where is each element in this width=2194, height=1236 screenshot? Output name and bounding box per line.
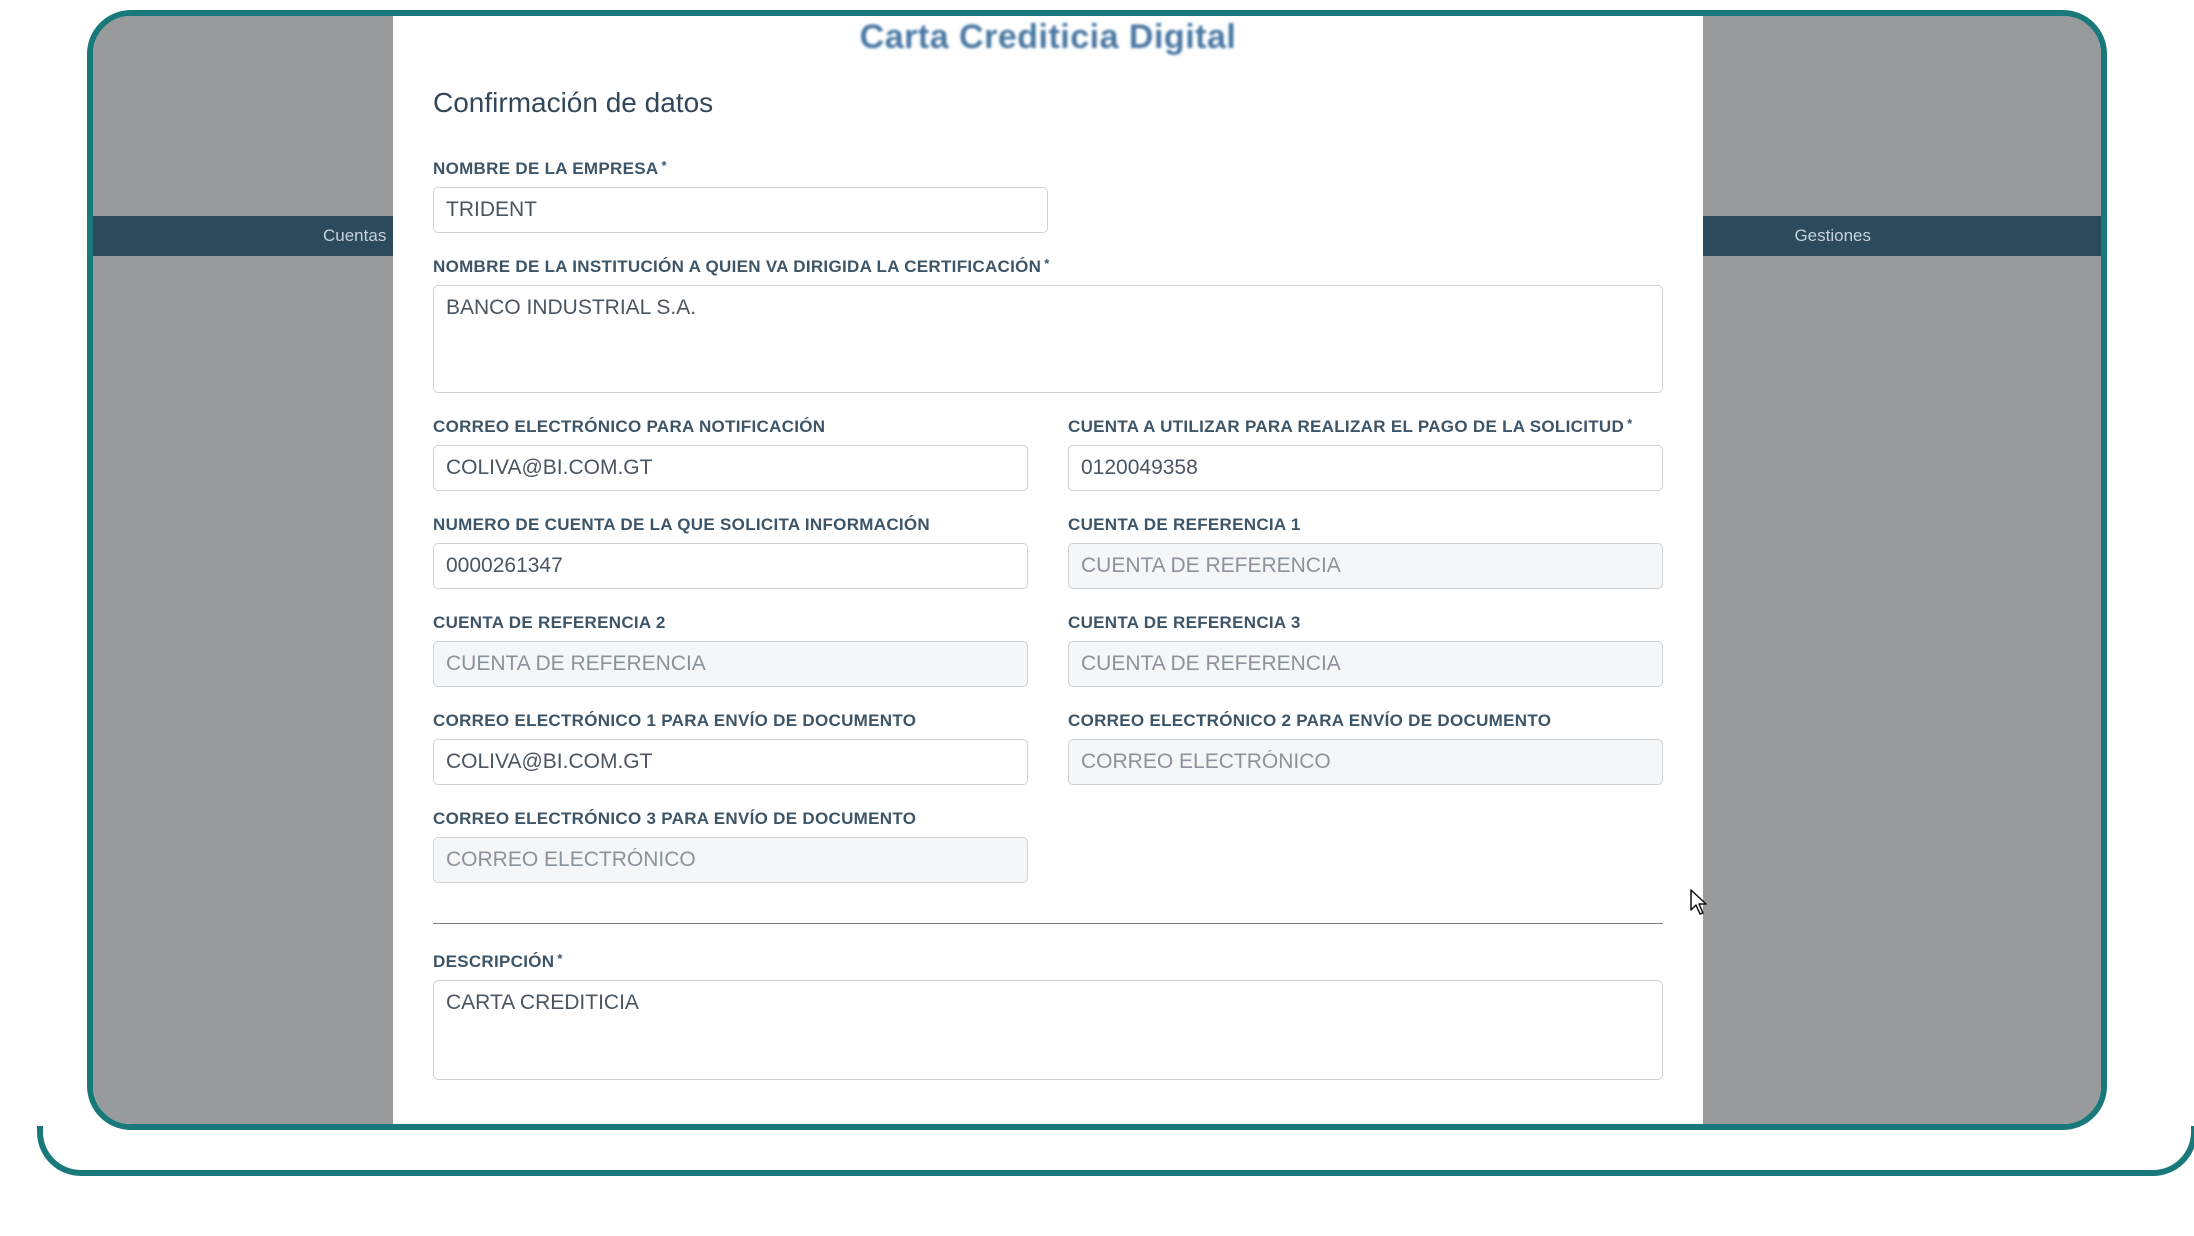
ref1-input[interactable] xyxy=(1068,543,1663,589)
doc-email2-input[interactable] xyxy=(1068,739,1663,785)
field-ref3: CUENTA DE REFERENCIA 3 xyxy=(1068,613,1663,687)
doc-email3-label: CORREO ELECTRÓNICO 3 PARA ENVÍO DE DOCUM… xyxy=(433,809,1028,829)
field-company: NOMBRE DE LA EMPRESA xyxy=(433,159,1663,233)
section-divider xyxy=(433,923,1663,924)
field-info-account: NUMERO DE CUENTA DE LA QUE SOLICITA INFO… xyxy=(433,515,1028,589)
field-doc-email1: CORREO ELECTRÓNICO 1 PARA ENVÍO DE DOCUM… xyxy=(433,711,1028,785)
doc-email3-input[interactable] xyxy=(433,837,1028,883)
field-ref1: CUENTA DE REFERENCIA 1 xyxy=(1068,515,1663,589)
confirmation-modal: Carta Crediticia Digital Confirmación de… xyxy=(393,16,1703,1124)
section-title: Confirmación de datos xyxy=(433,87,1663,119)
notify-email-label: CORREO ELECTRÓNICO PARA NOTIFICACIÓN xyxy=(433,417,1028,437)
field-ref2: CUENTA DE REFERENCIA 2 xyxy=(433,613,1028,687)
nav-item-cuentas[interactable]: Cuentas xyxy=(323,226,386,246)
field-notify-email: CORREO ELECTRÓNICO PARA NOTIFICACIÓN xyxy=(433,417,1028,491)
ref2-input[interactable] xyxy=(433,641,1028,687)
notify-email-input[interactable] xyxy=(433,445,1028,491)
laptop-base xyxy=(37,1126,2194,1176)
ref3-label: CUENTA DE REFERENCIA 3 xyxy=(1068,613,1663,633)
laptop-screen: Cuentas Gestiones Carta Crediticia Digit… xyxy=(87,10,2107,1130)
form-grid: NOMBRE DE LA EMPRESA NOMBRE DE LA INSTIT… xyxy=(433,159,1663,1080)
pay-account-input[interactable] xyxy=(1068,445,1663,491)
nav-item-gestiones[interactable]: Gestiones xyxy=(1794,226,1871,246)
description-label: DESCRIPCIÓN xyxy=(433,952,1663,972)
ref2-label: CUENTA DE REFERENCIA 2 xyxy=(433,613,1028,633)
ref1-label: CUENTA DE REFERENCIA 1 xyxy=(1068,515,1663,535)
doc-email2-label: CORREO ELECTRÓNICO 2 PARA ENVÍO DE DOCUM… xyxy=(1068,711,1663,731)
browser-viewport: Cuentas Gestiones Carta Crediticia Digit… xyxy=(93,16,2101,1124)
pay-account-label: CUENTA A UTILIZAR PARA REALIZAR EL PAGO … xyxy=(1068,417,1663,437)
ref3-input[interactable] xyxy=(1068,641,1663,687)
laptop-frame: Cuentas Gestiones Carta Crediticia Digit… xyxy=(37,0,2157,1176)
company-label: NOMBRE DE LA EMPRESA xyxy=(433,159,1663,179)
institution-input[interactable] xyxy=(433,285,1663,393)
field-description: DESCRIPCIÓN xyxy=(433,952,1663,1080)
institution-label: NOMBRE DE LA INSTITUCIÓN A QUIEN VA DIRI… xyxy=(433,257,1663,277)
modal-title: Carta Crediticia Digital xyxy=(433,16,1663,57)
company-input[interactable] xyxy=(433,187,1048,233)
info-account-input[interactable] xyxy=(433,543,1028,589)
info-account-label: NUMERO DE CUENTA DE LA QUE SOLICITA INFO… xyxy=(433,515,1028,535)
description-input[interactable] xyxy=(433,980,1663,1080)
field-doc-email3: CORREO ELECTRÓNICO 3 PARA ENVÍO DE DOCUM… xyxy=(433,809,1028,883)
doc-email1-input[interactable] xyxy=(433,739,1028,785)
doc-email1-label: CORREO ELECTRÓNICO 1 PARA ENVÍO DE DOCUM… xyxy=(433,711,1028,731)
field-pay-account: CUENTA A UTILIZAR PARA REALIZAR EL PAGO … xyxy=(1068,417,1663,491)
field-doc-email2: CORREO ELECTRÓNICO 2 PARA ENVÍO DE DOCUM… xyxy=(1068,711,1663,785)
field-institution: NOMBRE DE LA INSTITUCIÓN A QUIEN VA DIRI… xyxy=(433,257,1663,393)
